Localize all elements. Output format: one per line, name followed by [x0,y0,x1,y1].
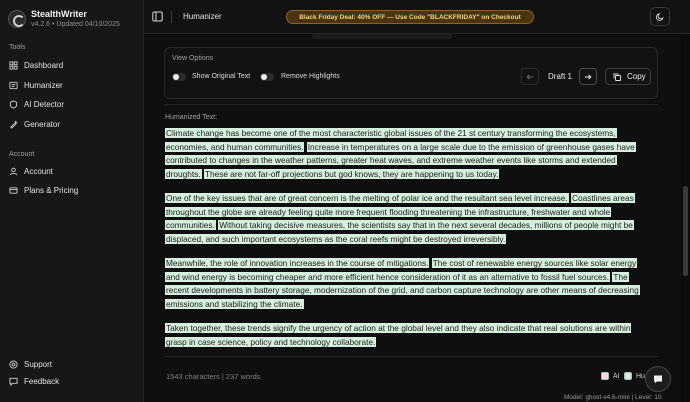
input-edge [312,34,452,39]
scrollbar-thumb[interactable] [683,186,688,276]
draft-label: Draft 1 [548,72,573,81]
humanizer-icon [8,80,18,90]
output-paragraph: Meanwhile, the role of innovation increa… [165,257,649,311]
topbar: Humanizer Black Friday Deal: 40% OFF — U… [144,0,690,34]
sidebar-item-plans-pricing[interactable]: Plans & Pricing [8,182,136,198]
sidebar-item-dashboard[interactable]: Dashboard [8,57,136,73]
output-paragraph: Taken together, these trends signify the… [165,322,649,349]
remove-highlights-toggle[interactable] [260,73,274,81]
view-options-card: View Options Show Original Text Remove H… [164,47,658,99]
brand-name: StealthWriter [31,9,87,19]
sidebar-item-label: Account [24,166,53,176]
theme-toggle-button[interactable] [650,7,670,26]
previous-draft-button[interactable] [521,68,539,85]
sidebar-item-label: Generator [24,119,61,129]
sidebar-item-label: AI Detector [24,99,65,109]
legend-ai: AI [601,372,620,380]
divider [164,104,658,105]
model-info: Model: ghost-v4.6-mini | Level: 10 [564,394,662,401]
sidebar-item-feedback[interactable]: Feedback [8,373,136,389]
next-draft-button[interactable] [579,68,597,85]
support-icon [8,359,18,369]
sidebar-item-humanizer[interactable]: Humanizer [8,77,136,93]
sidebar-item-support[interactable]: Support [8,356,136,372]
ai-swatch [601,372,609,380]
output-paragraph: Climate change has become one of the mos… [165,127,649,181]
remove-highlights-label: Remove Highlights [281,73,340,80]
logo-icon [8,10,26,28]
scrollbar[interactable] [681,34,690,402]
sidebar-item-label: Dashboard [24,60,64,70]
chat-button[interactable] [645,366,671,392]
arrow-right-icon [585,73,592,80]
sidebar-item-label: Feedback [24,376,60,386]
chat-icon [654,375,662,384]
copy-label: Copy [627,72,646,81]
humanized-text-output[interactable]: Climate change has become one of the mos… [165,127,649,360]
sidebar-item-label: Support [24,359,53,369]
detector-icon [8,99,18,109]
sidebar-item-ai-detector[interactable]: AI Detector [8,96,136,112]
sidebar-item-label: Humanizer [24,80,63,90]
account-section-label: Account [9,151,35,158]
feedback-icon [8,376,18,386]
sidebar: StealthWriter v4.2.6 • Updated 04/10/202… [0,0,144,402]
topbar-divider [171,11,172,23]
show-original-label: Show Original Text [192,73,251,80]
sidebar-item-account[interactable]: Account [8,163,136,179]
arrow-left-icon [526,73,533,80]
page-title: Humanizer [183,12,222,21]
copy-button[interactable]: Copy [605,68,651,85]
tools-section-label: Tools [9,44,26,51]
human-sentence: Meanwhile, the role of innovation increa… [165,258,430,268]
text-stats: 1543 characters | 237 words [166,372,261,381]
brand-version: v4.2.6 • Updated 04/10/2025 [31,21,120,28]
moon-icon [655,13,664,21]
promo-banner[interactable]: Black Friday Deal: 40% OFF — Use Code "B… [286,10,534,24]
human-sentence: Taken together, these trends signify the… [165,323,632,347]
sidebar-item-generator[interactable]: Generator [8,116,136,132]
human-sentence: One of the key issues that are of great … [165,193,569,203]
human-swatch [624,372,632,380]
legend-ai-label: AI [613,372,620,380]
view-options-title: View Options [172,55,214,62]
show-original-toggle[interactable] [172,73,186,81]
copy-icon [613,73,621,81]
user-icon [8,166,18,176]
legend-human-label: Hu [636,372,645,380]
sidebar-toggle-icon[interactable] [152,11,163,22]
human-sentence: These are not far-off projections but go… [203,168,500,179]
legend-human: Hu [624,372,645,380]
main-content: View Options Show Original Text Remove H… [144,34,690,402]
sidebar-item-label: Plans & Pricing [24,185,79,195]
human-sentence: Without taking decisive measures, the sc… [165,220,634,244]
generator-icon [8,119,18,129]
dashboard-icon [8,60,18,70]
brand[interactable]: StealthWriter v4.2.6 • Updated 04/10/202… [8,8,120,30]
footer-divider [164,356,658,357]
humanized-text-label: Humanized Text: [165,114,218,121]
pricing-icon [8,185,18,195]
output-paragraph: One of the key issues that are of great … [165,192,649,246]
